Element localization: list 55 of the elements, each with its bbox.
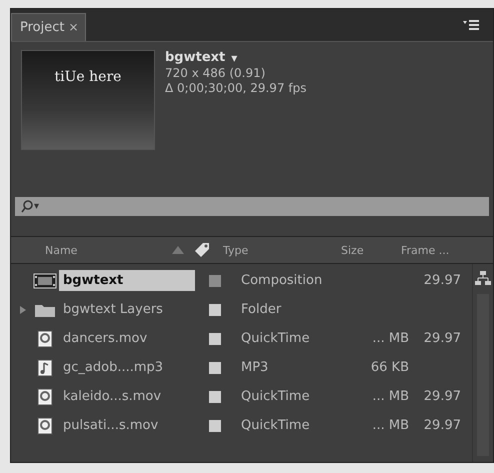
project-item[interactable]: bgwtext Composition 29.97 [11,266,472,295]
flowchart-icon[interactable] [474,270,492,286]
frame-rate: 29.97 [424,273,461,288]
item-size: 66 KB [370,360,409,375]
item-name: bgwtext [165,50,226,65]
thumbnail-text: tiUe here [54,69,122,87]
label-swatch[interactable] [209,420,221,432]
item-name: bgwtext [59,270,195,291]
panel-menu-icon[interactable] [463,19,479,31]
item-size: ... MB [372,389,409,404]
project-item[interactable]: gc_adob....mp3 MP3 66 KB [11,353,472,382]
quicktime-file-icon [37,388,53,406]
project-tab[interactable]: Project × [11,13,86,41]
column-header[interactable]: Type [223,244,341,256]
item-name: bgwtext Layers [62,301,164,319]
label-swatch[interactable] [209,274,221,286]
caret-icon[interactable]: ▾ [34,201,40,212]
search-field[interactable]: ▾ [15,197,489,216]
dimensions-text: 720 x 486 (0.91) [165,66,266,80]
audio-file-icon [37,358,53,376]
quicktime-file-icon [37,330,53,348]
expand-arrow-icon[interactable] [19,304,27,314]
item-type: MP3 [241,360,270,375]
item-size: ... MB [372,418,409,433]
label-swatch[interactable] [209,304,221,316]
item-type: QuickTime [241,331,311,346]
item-type: QuickTime [241,389,311,404]
label-swatch[interactable] [209,390,221,402]
item-name: gc_adob....mp3 [62,359,164,377]
tag-icon[interactable] [193,241,211,259]
column-header[interactable]: Name [45,244,171,256]
label-swatch[interactable] [209,362,221,374]
item-name: kaleido...s.mov [62,388,162,406]
quicktime-file-icon [37,416,53,434]
project-item[interactable]: dancers.mov QuickTime ... MB 29.97 [11,324,472,353]
item-size: ... MB [372,331,409,346]
label-swatch[interactable] [209,332,221,344]
close-icon[interactable]: × [68,20,79,35]
item-type: QuickTime [241,418,311,433]
column-header[interactable]: Frame ... [401,244,467,256]
item-name: dancers.mov [62,330,148,348]
item-type: Composition [241,273,324,288]
frame-rate: 29.97 [424,389,461,404]
column-header[interactable]: Size [341,244,401,256]
project-item[interactable]: bgwtext Layers Folder [11,295,472,324]
caret-icon[interactable]: ▾ [231,50,238,64]
project-item[interactable]: pulsati...s.mov QuickTime ... MB 29.97 [11,411,472,440]
project-item[interactable]: kaleido...s.mov QuickTime ... MB 29.97 [11,382,472,411]
item-type: Folder [241,302,282,317]
frame-rate: 29.97 [424,418,461,433]
search-icon [21,200,33,213]
film-icon [33,272,57,290]
duration-text: Δ 0;00;30;00, 29.97 fps [165,81,306,95]
frame-rate: 29.97 [424,331,461,346]
item-name: pulsati...s.mov [62,417,160,435]
